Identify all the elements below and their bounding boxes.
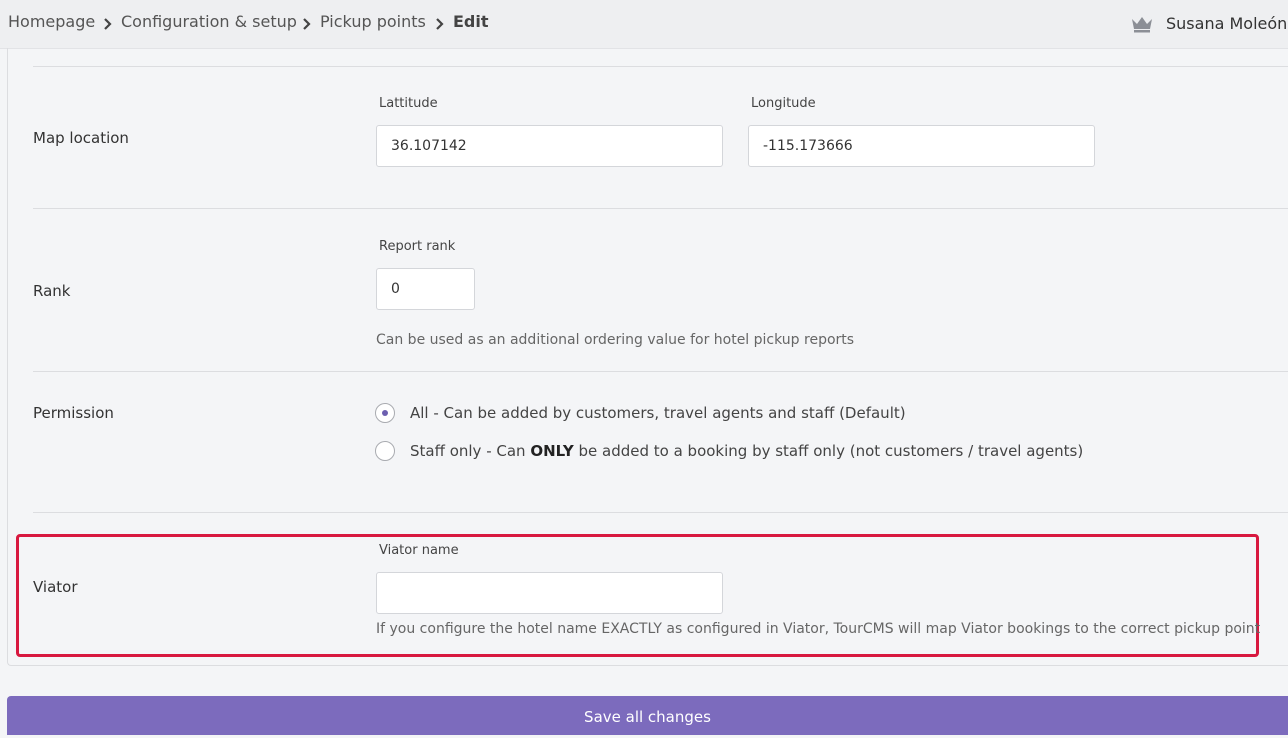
rank-label: Rank (33, 282, 71, 300)
permission-staff-label[interactable]: Staff only - Can ONLY be added to a book… (410, 442, 1083, 460)
divider (33, 66, 1288, 67)
save-all-changes-button[interactable]: Save all changes (7, 696, 1288, 735)
crown-icon (1132, 17, 1152, 33)
permission-all-radio[interactable] (375, 403, 395, 423)
latitude-input[interactable] (376, 125, 723, 167)
map-location-label: Map location (33, 129, 129, 147)
rank-help-text: Can be used as an additional ordering va… (376, 332, 855, 348)
breadcrumb-homepage[interactable]: Homepage (8, 12, 95, 31)
permission-all-label[interactable]: All - Can be added by customers, travel … (410, 404, 906, 422)
permission-label: Permission (33, 404, 114, 422)
user-name[interactable]: Susana Moleón ( (1166, 14, 1288, 33)
top-bar: Homepage Configuration & setup Pickup po… (0, 0, 1288, 49)
report-rank-input[interactable] (376, 268, 475, 310)
chevron-right-icon (303, 18, 311, 30)
report-rank-label: Report rank (379, 239, 456, 254)
permission-staff-text-pre: Staff only - Can (410, 442, 531, 460)
breadcrumb-configuration[interactable]: Configuration & setup (121, 12, 297, 31)
longitude-label: Longitude (751, 96, 816, 111)
divider (33, 371, 1288, 372)
viator-help-text: If you configure the hotel name EXACTLY … (376, 621, 1261, 637)
chevron-right-icon (436, 18, 444, 30)
latitude-label: Lattitude (379, 96, 438, 111)
permission-staff-radio[interactable] (375, 441, 395, 461)
permission-staff-text-post: be added to a booking by staff only (not… (573, 442, 1084, 460)
divider (33, 512, 1288, 513)
viator-name-input[interactable] (376, 572, 723, 614)
viator-name-label: Viator name (379, 543, 459, 558)
viator-label: Viator (33, 578, 78, 596)
chevron-right-icon (104, 18, 112, 30)
divider (33, 208, 1288, 209)
breadcrumb-current: Edit (453, 12, 489, 31)
longitude-input[interactable] (748, 125, 1095, 167)
permission-staff-text-bold: ONLY (530, 442, 574, 460)
breadcrumb-pickup-points[interactable]: Pickup points (320, 12, 426, 31)
